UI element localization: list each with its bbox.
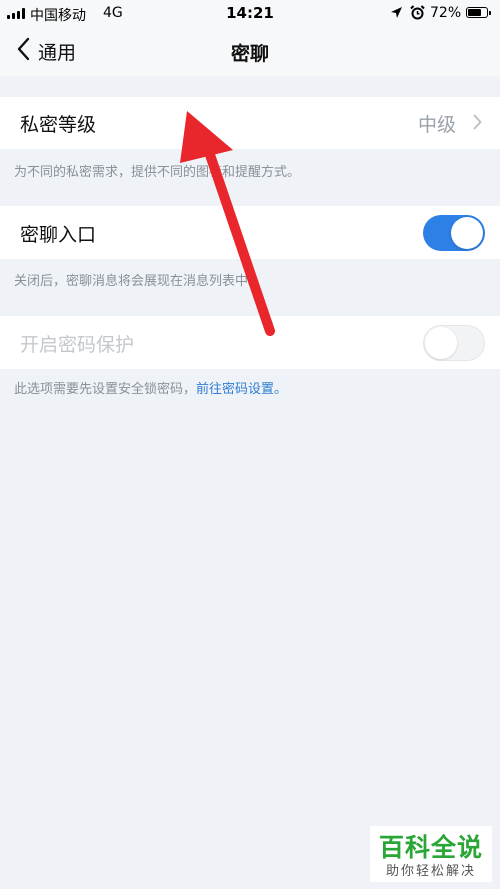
- annotation-arrow: [180, 111, 275, 336]
- baike-watermark-logo: 百科全说 助你轻松解决: [370, 826, 492, 882]
- watermark-title: 百科全说: [378, 833, 483, 862]
- watermark-subtitle: 助你轻松解决: [385, 864, 476, 879]
